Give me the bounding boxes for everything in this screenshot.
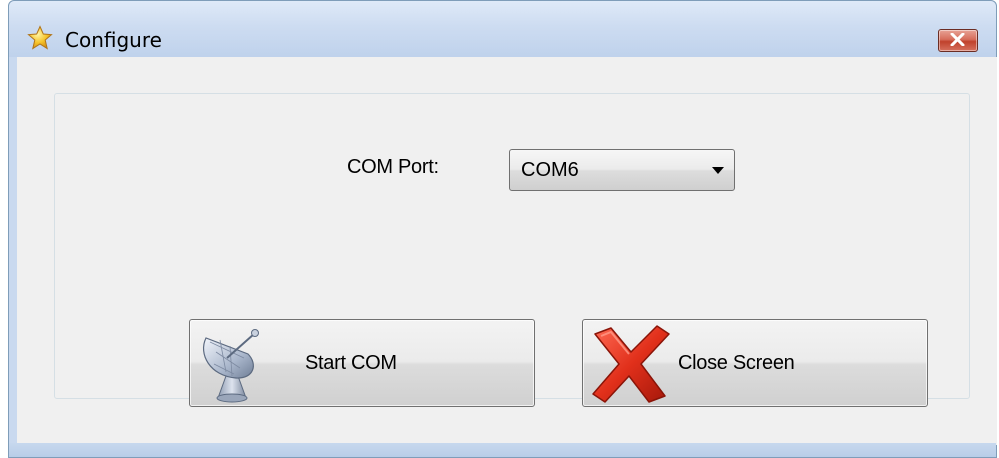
- window-title: Configure: [65, 28, 162, 52]
- satellite-dish-icon: [202, 329, 259, 403]
- client-area: COM Port: COM6 Start COM Close Screen: [17, 57, 997, 445]
- start-com-button[interactable]: Start COM: [189, 319, 535, 407]
- window-bottom-border: [9, 443, 996, 457]
- configure-window: Configure COM Port: COM6 Start COM Close…: [8, 0, 997, 458]
- close-icon: [950, 33, 965, 46]
- com-port-dropdown[interactable]: COM6: [509, 149, 735, 191]
- window-close-button[interactable]: [938, 29, 978, 52]
- star-icon: [27, 25, 53, 50]
- chevron-down-icon: [712, 167, 724, 174]
- settings-group-box: COM Port: COM6 Start COM Close Screen: [54, 93, 970, 407]
- red-x-icon: [592, 325, 670, 403]
- com-port-label: COM Port:: [347, 156, 439, 178]
- title-bar[interactable]: Configure: [9, 1, 996, 57]
- com-port-selected-value: COM6: [521, 159, 579, 181]
- close-screen-button[interactable]: Close Screen: [582, 319, 928, 407]
- close-screen-label: Close Screen: [678, 352, 795, 374]
- start-com-label: Start COM: [305, 352, 397, 374]
